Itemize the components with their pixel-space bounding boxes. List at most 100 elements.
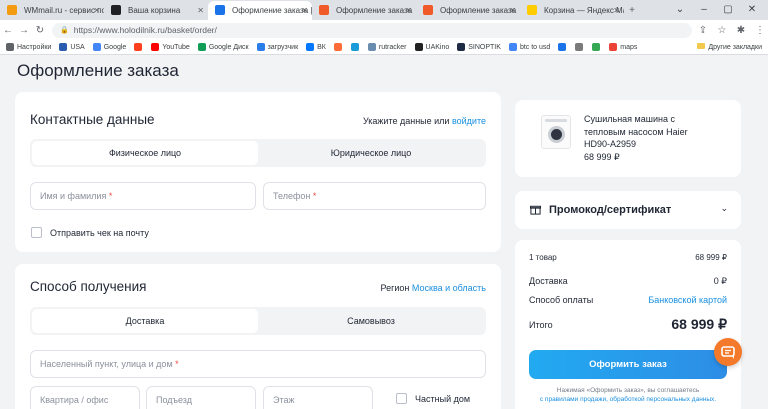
name-field[interactable]: Имя и фамилия * (30, 182, 256, 210)
tab-favicon-icon (319, 5, 329, 15)
tab-legal-entity[interactable]: Юридическое лицо (258, 141, 484, 165)
bookmark-favicon-icon (134, 43, 143, 51)
entrance-field[interactable]: Подъезд (146, 386, 256, 409)
tab-delivery[interactable]: Доставка (32, 309, 258, 333)
bookmark-item[interactable]: загрузчик (256, 43, 299, 51)
bookmark-item[interactable] (558, 43, 569, 51)
delivery-method-switch: Доставка Самовывоз (30, 307, 486, 335)
payment-method-link[interactable]: Банковской картой (648, 295, 727, 305)
menu-icon[interactable]: ⋮ (752, 25, 768, 36)
browser-tab[interactable]: Оформление заказа | r ✕ (208, 1, 312, 20)
bookmark-item[interactable] (350, 43, 362, 51)
tab-close-icon[interactable]: ✕ (301, 1, 308, 20)
required-mark: * (175, 359, 179, 369)
bookmark-label: Настройки (17, 43, 52, 51)
chat-button[interactable] (714, 338, 742, 366)
reload-icon[interactable]: ↻ (32, 25, 48, 36)
minimize-icon[interactable]: – (696, 2, 712, 18)
region-link[interactable]: Москва и область (412, 283, 486, 293)
bookmark-favicon-icon (592, 43, 601, 51)
bookmark-item[interactable]: rutracker (367, 43, 407, 51)
bookmark-label: Google (103, 43, 127, 51)
product-name[interactable]: Сушильная машина с тепловым насосом Haie… (584, 113, 702, 151)
tab-close-icon[interactable]: ✕ (197, 1, 204, 20)
address-field[interactable]: Населенный пункт, улица и дом * (30, 350, 486, 378)
tab-favicon-icon (7, 5, 17, 15)
chevron-down-icon: ⌄ (720, 203, 728, 213)
bookmark-favicon-icon (256, 43, 265, 51)
extensions-icon[interactable]: ✱ (733, 25, 749, 36)
floor-field[interactable]: Этаж (263, 386, 373, 409)
bookmark-item[interactable]: Настройки (6, 43, 51, 51)
bookmark-item[interactable]: maps (609, 43, 637, 51)
tab-title: Оформление заказа | r (232, 6, 312, 15)
browser-tab[interactable]: WMmail.ru - сервис по ✕ (0, 1, 104, 20)
bookmark-item[interactable] (575, 43, 586, 51)
receipt-label: Отправить чек на почту (50, 227, 149, 238)
tab-close-icon[interactable]: ✕ (509, 1, 516, 20)
receipt-email-option[interactable]: Отправить чек на почту (31, 227, 149, 238)
share-icon[interactable]: ⇪ (695, 25, 711, 36)
maximize-icon[interactable]: ▢ (720, 2, 736, 18)
tab-title: WMmail.ru - сервис по (24, 6, 104, 15)
bookmark-item[interactable]: Google (92, 43, 127, 51)
new-tab-icon[interactable]: + (624, 5, 640, 16)
bookmark-label: maps (620, 43, 638, 51)
product-image[interactable] (538, 113, 574, 151)
checkout-button[interactable]: Оформить заказ (529, 350, 727, 379)
bookmark-item[interactable]: UAKino (414, 43, 450, 51)
tab-individual[interactable]: Физическое лицо (32, 141, 258, 165)
browser-tab[interactable]: Оформление заказа ✕ (312, 1, 416, 20)
url-field[interactable]: 🔒 https://www.holodilnik.ru/basket/order… (52, 22, 692, 38)
bookmark-favicon-icon (59, 43, 68, 51)
delivery-label: Доставка (529, 276, 568, 286)
private-house-label: Частный дом (415, 393, 471, 404)
browser-tab[interactable]: Оформление заказа ✕ (416, 1, 520, 20)
bookmark-favicon-icon (609, 43, 618, 51)
bookmark-item[interactable] (333, 43, 345, 51)
bookmark-item[interactable]: ВК (306, 43, 326, 51)
bookmark-favicon-icon (575, 43, 584, 51)
bookmark-item[interactable]: btc to usd (508, 43, 550, 51)
private-house-checkbox[interactable] (396, 393, 407, 404)
bookmark-item[interactable]: USA (59, 43, 85, 51)
total-label: Итого (529, 319, 553, 330)
tab-close-icon[interactable]: ✕ (405, 1, 412, 20)
close-window-icon[interactable]: ✕ (744, 2, 760, 18)
bookmark-item[interactable]: Google Диск (197, 43, 249, 51)
apartment-field[interactable]: Квартира / офис (30, 386, 140, 409)
bookmark-label: ВК (317, 43, 326, 51)
chat-icon (721, 346, 735, 359)
private-house-option[interactable]: Частный дом (396, 393, 470, 404)
bookmark-favicon-icon (414, 43, 423, 51)
bookmark-label: загрузчик (267, 43, 299, 51)
tab-close-icon[interactable]: ✕ (613, 1, 620, 20)
back-icon[interactable]: ← (0, 25, 16, 36)
floor-placeholder: Этаж (273, 395, 295, 405)
bookmark-item[interactable] (134, 43, 145, 51)
bookmark-item[interactable] (592, 43, 603, 51)
bookmark-favicon-icon (151, 43, 160, 51)
bookmark-label: YouTube (162, 43, 190, 51)
login-link[interactable]: войдите (452, 116, 486, 126)
bookmark-star-icon[interactable]: ☆ (714, 25, 730, 36)
lock-icon: 🔒 (60, 26, 69, 34)
legal-line-2[interactable]: с правилами продажи, обработкой персонал… (529, 395, 727, 404)
delivery-value: 0 ₽ (713, 276, 727, 286)
receipt-checkbox[interactable] (31, 227, 42, 238)
phone-field[interactable]: Телефон * (263, 182, 486, 210)
forward-icon[interactable]: → (16, 25, 32, 36)
promo-card[interactable]: Промокод/сертификат ⌄ (515, 191, 741, 229)
browser-tab[interactable]: Ваша корзина ✕ (104, 1, 208, 20)
browser-tab[interactable]: Корзина — Яндекс Ма ✕ (520, 1, 624, 20)
bookmark-favicon-icon (6, 43, 14, 51)
tab-pickup[interactable]: Самовывоз (258, 309, 484, 333)
tab-close-icon[interactable]: ✕ (93, 1, 100, 20)
other-bookmarks[interactable]: Другие закладки (697, 43, 762, 51)
bookmark-label: UAKino (425, 43, 450, 51)
delivery-card: Способ получения Регион Москва и область… (15, 264, 501, 409)
search-tabs-icon[interactable]: ⌄ (672, 2, 688, 18)
bookmark-item[interactable]: SINOPTIK (457, 43, 501, 51)
bookmark-item[interactable]: YouTube (151, 43, 190, 51)
tab-title: Ваша корзина (128, 6, 181, 15)
